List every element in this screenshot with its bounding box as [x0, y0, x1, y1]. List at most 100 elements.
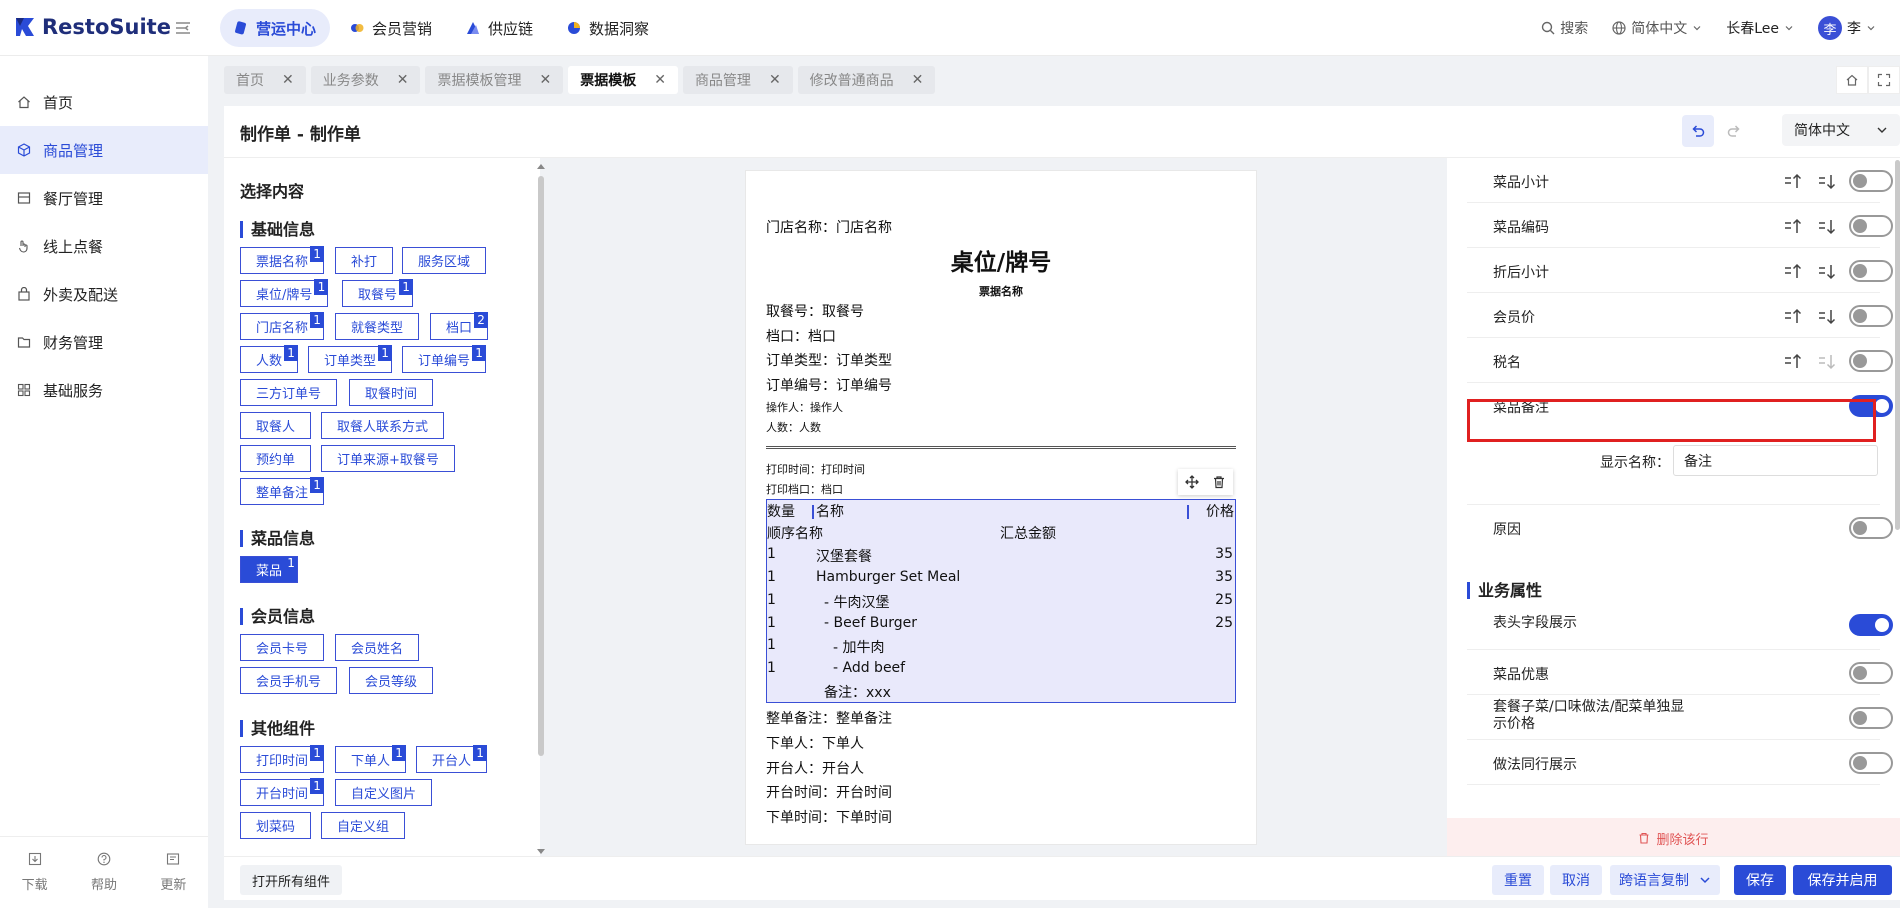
close-icon[interactable]: ✕	[654, 72, 666, 88]
copy-language-button[interactable]: 跨语言复制	[1610, 865, 1720, 895]
close-icon[interactable]: ✕	[912, 72, 924, 88]
tab-ticket-template-management[interactable]: 票据模板管理 ✕	[425, 66, 564, 94]
component-panel-scrollbar[interactable]	[536, 162, 546, 856]
update-button[interactable]: 更新	[160, 852, 186, 893]
undo-button[interactable]	[1682, 115, 1714, 147]
module-data-insight[interactable]: 数据洞察	[553, 9, 663, 47]
receipt-store-name[interactable]: 门店名称：门店名称	[766, 217, 892, 237]
module-supply-chain[interactable]: 供应链	[452, 9, 547, 47]
delete-row-button[interactable]: 删除该行	[1447, 818, 1900, 856]
close-icon[interactable]: ✕	[769, 72, 781, 88]
tab-edit-product[interactable]: 修改普通商品 ✕	[797, 66, 936, 94]
chip-open-time[interactable]: 开台时间 1	[240, 778, 325, 806]
chip-reservation[interactable]: 预约单	[240, 445, 312, 472]
chip-order-source-pickup[interactable]: 订单来源+取餐号	[321, 445, 455, 472]
scroll-up-icon[interactable]	[536, 162, 546, 172]
receipt-line[interactable]: 打印档口：档口	[766, 481, 843, 497]
toggle-switch[interactable]	[1849, 215, 1893, 237]
chip-custom-group[interactable]: 自定义组	[321, 812, 406, 839]
language-switch[interactable]: 简体中文	[1612, 18, 1702, 38]
menu-collapse-icon[interactable]	[174, 19, 192, 37]
store-switch[interactable]: 长春Lee	[1726, 18, 1794, 38]
chip-table-opener[interactable]: 开台人 1	[416, 745, 488, 773]
toggle-switch[interactable]	[1849, 350, 1893, 372]
sort-down-icon[interactable]	[1817, 307, 1837, 325]
receipt-line[interactable]: 整单备注：整单备注	[766, 708, 892, 728]
save-button[interactable]: 保存	[1734, 865, 1786, 895]
chip-ticket-name[interactable]: 票据名称 1	[240, 246, 325, 274]
module-member-marketing[interactable]: 会员营销	[336, 9, 446, 47]
sort-up-icon[interactable]	[1783, 217, 1803, 235]
cancel-button[interactable]: 取消	[1550, 865, 1602, 895]
scroll-thumb[interactable]	[538, 176, 544, 756]
chip-print-time[interactable]: 打印时间 1	[240, 745, 325, 773]
chip-pickup-person[interactable]: 取餐人	[240, 412, 312, 439]
receipt-line[interactable]: 下单时间：下单时间	[766, 807, 892, 827]
chip-custom-image[interactable]: 自定义图片	[335, 779, 433, 806]
close-icon[interactable]: ✕	[539, 72, 551, 88]
sidebar-item-finance[interactable]: 财务管理	[0, 318, 208, 366]
receipt-line[interactable]: 开台人：开台人	[766, 758, 864, 778]
chip-third-party-order[interactable]: 三方订单号	[240, 379, 338, 406]
chip-dish[interactable]: 菜品 1	[240, 556, 299, 583]
settings-scrollbar[interactable]	[1895, 160, 1900, 530]
help-button[interactable]: 帮助	[91, 852, 117, 893]
chip-order-number[interactable]: 订单编号 1	[402, 345, 487, 373]
tab-home[interactable]: 首页 ✕	[224, 66, 306, 94]
toggle-switch[interactable]	[1849, 752, 1893, 774]
reset-button[interactable]: 重置	[1492, 865, 1544, 895]
close-icon[interactable]: ✕	[397, 72, 409, 88]
sort-up-icon[interactable]	[1783, 262, 1803, 280]
chip-pickup-contact[interactable]: 取餐人联系方式	[321, 412, 445, 439]
logo[interactable]: RestoSuite	[14, 15, 171, 39]
toggle-switch[interactable]	[1849, 517, 1893, 539]
display-name-input[interactable]: 备注	[1673, 445, 1878, 476]
sidebar-item-restaurant-management[interactable]: 餐厅管理	[0, 174, 208, 222]
sort-down-icon[interactable]	[1817, 217, 1837, 235]
open-all-components-button[interactable]: 打开所有组件	[240, 865, 343, 895]
receipt-title[interactable]: 桌位/牌号	[746, 243, 1256, 277]
receipt-line[interactable]: 打印时间：打印时间	[766, 461, 865, 477]
chip-stall[interactable]: 档口 2	[430, 312, 489, 340]
chip-order-placer[interactable]: 下单人 1	[335, 745, 407, 773]
user-menu[interactable]: 李 李	[1818, 16, 1876, 40]
toggle-switch[interactable]	[1849, 260, 1893, 282]
chip-order-remark[interactable]: 整单备注 1	[240, 477, 325, 505]
chip-guest-count[interactable]: 人数 1	[240, 345, 299, 373]
save-and-enable-button[interactable]: 保存并启用	[1793, 865, 1892, 895]
lock-tab-button[interactable]	[1836, 66, 1868, 94]
sort-down-icon[interactable]	[1817, 262, 1837, 280]
chip-reprint[interactable]: 补打	[335, 247, 394, 274]
chip-member-card[interactable]: 会员卡号	[240, 634, 325, 661]
chip-store-name[interactable]: 门店名称 1	[240, 312, 325, 340]
toggle-switch[interactable]	[1849, 614, 1893, 636]
toggle-switch[interactable]	[1849, 662, 1893, 684]
tab-product-management[interactable]: 商品管理 ✕	[682, 66, 793, 94]
toggle-switch[interactable]	[1849, 305, 1893, 327]
sort-up-icon[interactable]	[1783, 307, 1803, 325]
chip-order-type[interactable]: 订单类型 1	[308, 345, 393, 373]
receipt-line[interactable]: 订单编号：订单编号	[766, 375, 892, 395]
chip-dining-type[interactable]: 就餐类型	[335, 313, 420, 340]
chip-member-phone[interactable]: 会员手机号	[240, 667, 338, 694]
download-button[interactable]: 下载	[22, 852, 48, 893]
receipt-line[interactable]: 下单人：下单人	[766, 733, 864, 753]
sort-down-icon[interactable]	[1817, 172, 1837, 190]
template-language-select[interactable]: 简体中文	[1782, 114, 1900, 146]
move-icon[interactable]	[1184, 475, 1199, 489]
chip-table-number[interactable]: 桌位/牌号 1	[240, 279, 329, 307]
redo-button[interactable]	[1718, 115, 1750, 147]
tab-business-params[interactable]: 业务参数 ✕	[310, 66, 421, 94]
sidebar-item-takeout-delivery[interactable]: 外卖及配送	[0, 270, 208, 318]
receipt-line[interactable]: 人数：人数	[766, 419, 821, 435]
sidebar-item-home[interactable]: 首页	[0, 78, 208, 126]
delete-icon[interactable]	[1212, 475, 1226, 489]
sidebar-item-online-ordering[interactable]: 线上点餐	[0, 222, 208, 270]
scroll-down-icon[interactable]	[536, 846, 546, 856]
sidebar-item-product-management[interactable]: 商品管理	[0, 126, 208, 174]
chip-member-level[interactable]: 会员等级	[349, 667, 434, 694]
sidebar-item-basic-services[interactable]: 基础服务	[0, 366, 208, 414]
tab-ticket-template[interactable]: 票据模板 ✕	[568, 66, 678, 94]
column-resize-handle[interactable]	[812, 505, 814, 519]
sort-up-icon[interactable]	[1783, 172, 1803, 190]
